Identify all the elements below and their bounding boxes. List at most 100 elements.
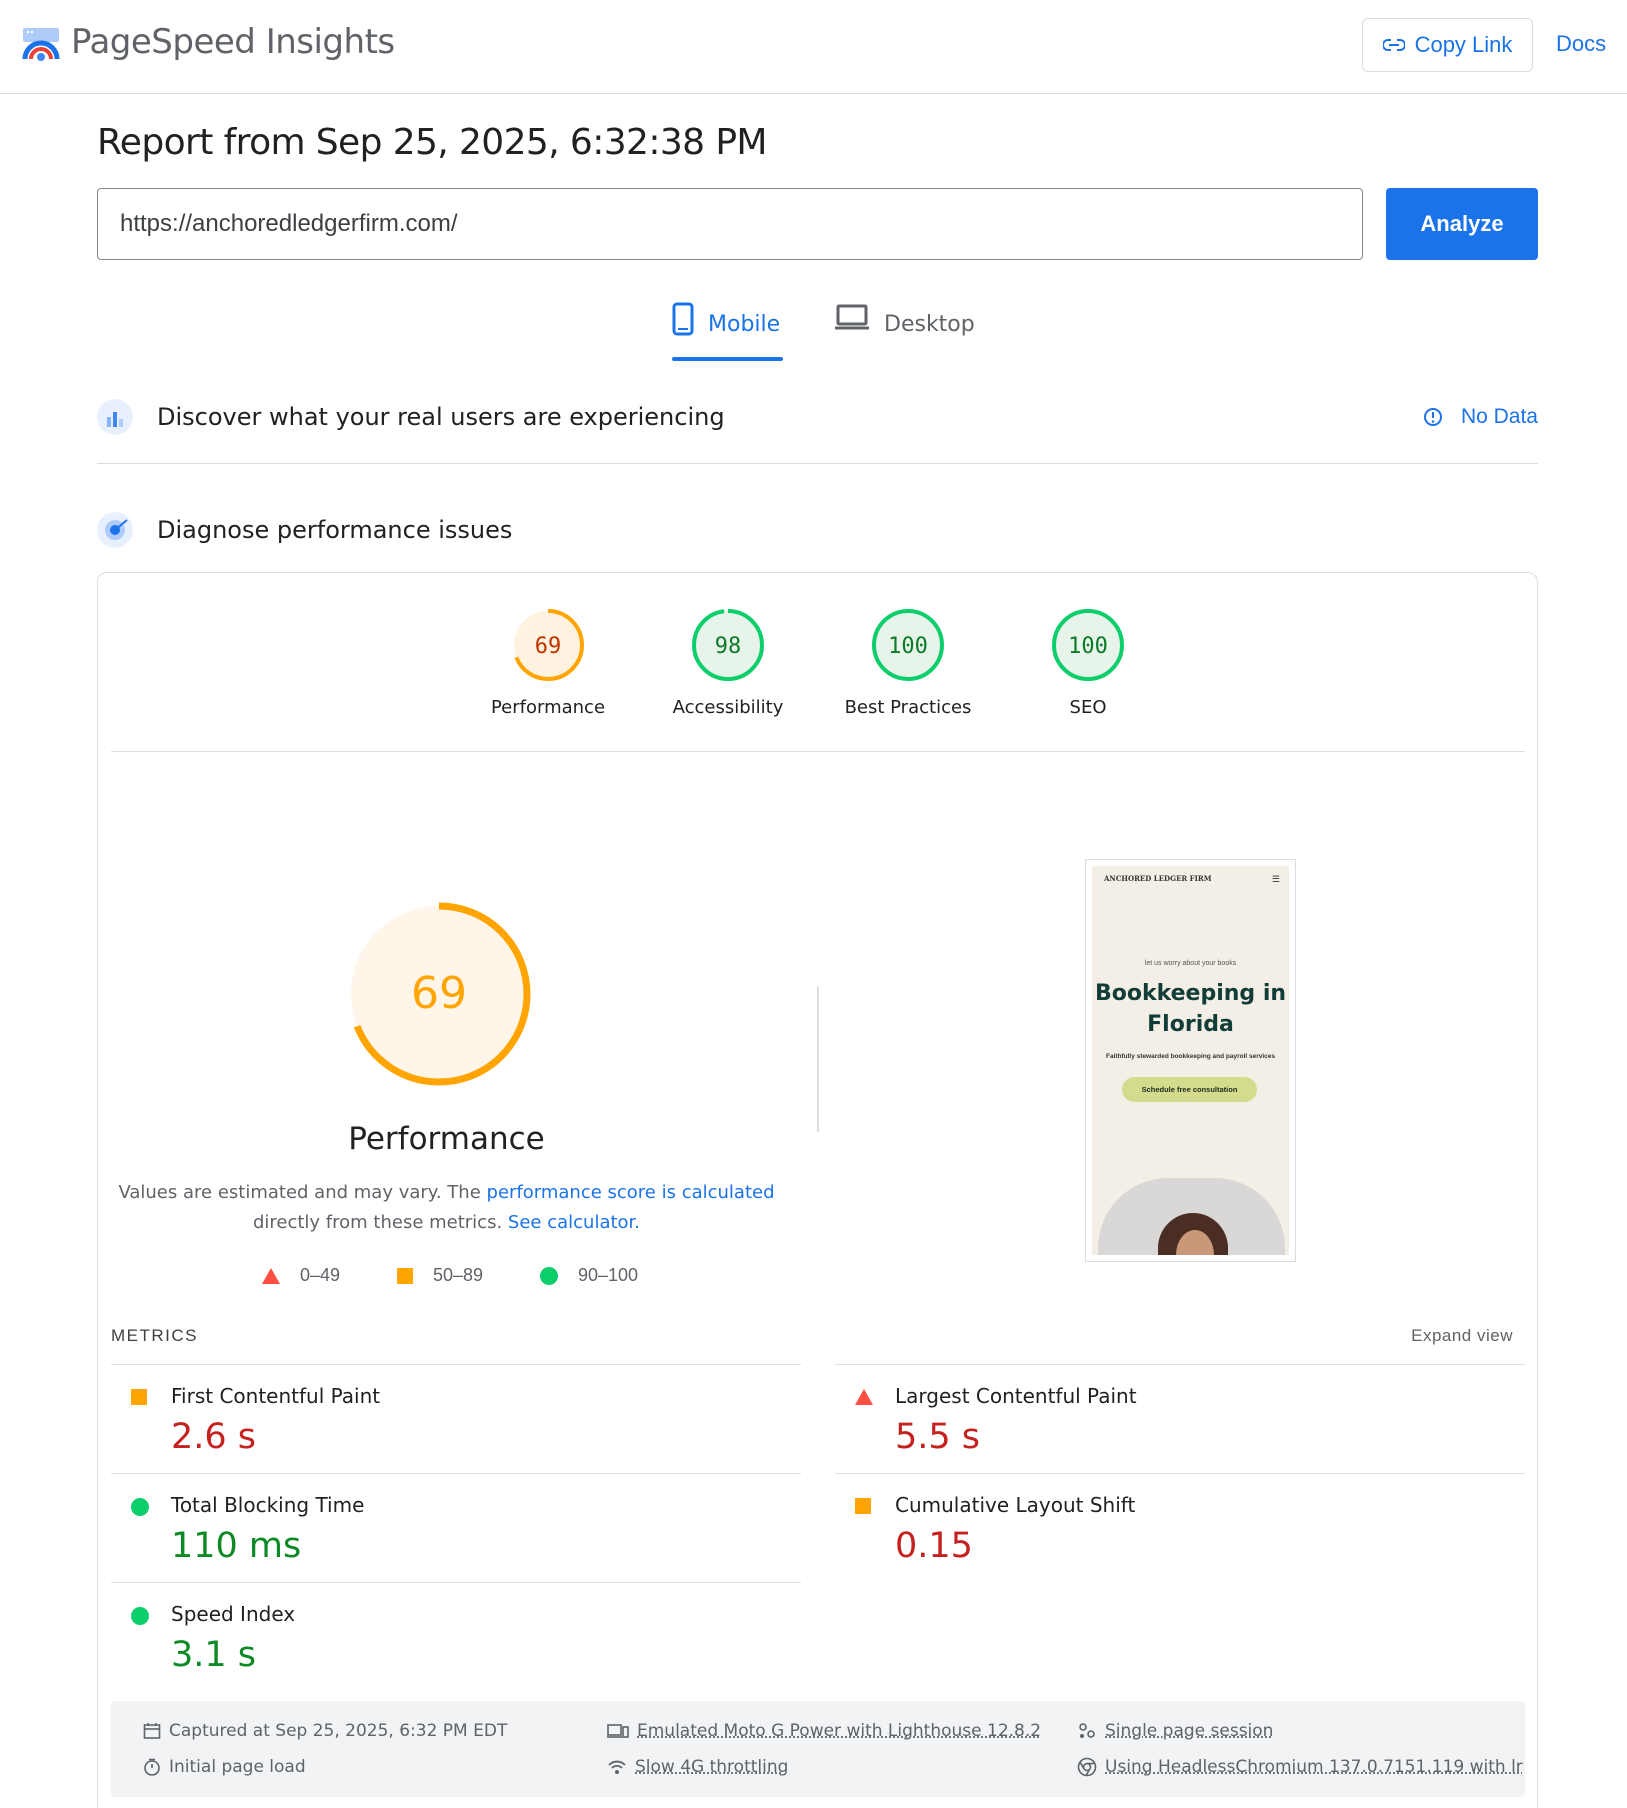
gauge-seo: 100 [1052, 609, 1124, 681]
laptop-icon [835, 304, 869, 330]
calendar-icon [143, 1723, 161, 1739]
category-label-accessibility: Accessibility [672, 697, 784, 718]
gauge-performance: 69 [512, 609, 584, 681]
top-app-bar: PageSpeed Insights Copy Link Docs [0, 0, 1627, 94]
copy-link-button[interactable]: Copy Link [1362, 18, 1533, 72]
gauge-performance-score: 69 [535, 634, 562, 659]
gauge-accessibility-score: 98 [715, 634, 742, 659]
browser-version-text: Using HeadlessChromium 137.0.7151.119 wi… [1105, 1757, 1523, 1777]
field-data-section: Discover what your real users are experi… [97, 396, 1538, 438]
triangle-fail-icon [855, 1389, 873, 1405]
metric-speed-index: Speed Index 3.1 s [111, 1582, 801, 1691]
legend-average-label: 50–89 [433, 1265, 484, 1285]
session-type[interactable]: Single page session [1077, 1721, 1273, 1741]
metric-tbt: Total Blocking Time 110 ms [111, 1473, 801, 1582]
smartphone-icon [672, 302, 694, 336]
tab-mobile[interactable]: Mobile [672, 302, 783, 362]
screenshot-photo [1098, 1178, 1285, 1255]
screenshot-tagline: let us worry about your books [1144, 960, 1237, 967]
captured-at-text: Captured at Sep 25, 2025, 6:32 PM EDT [169, 1721, 508, 1741]
gauge-seo-score: 100 [1068, 634, 1108, 659]
network-throttling-text: Slow 4G throttling [635, 1757, 789, 1777]
note-text: Values are estimated and may vary. The [118, 1182, 487, 1203]
category-gauge-best-practices[interactable]: 100 Best Practices [818, 607, 998, 718]
docs-link[interactable]: Docs [1556, 31, 1606, 57]
metric-value: 110 ms [171, 1526, 302, 1566]
initial-page-load: Initial page load [143, 1757, 306, 1777]
metric-name: Total Blocking Time [171, 1493, 365, 1517]
gauge-best-practices: 100 [872, 609, 944, 681]
category-gauge-performance[interactable]: 69 Performance [458, 607, 638, 718]
tab-desktop[interactable]: Desktop [834, 302, 975, 362]
network-throttling[interactable]: Slow 4G throttling [607, 1757, 788, 1777]
metric-value: 3.1 s [171, 1635, 257, 1675]
diagnose-icon [97, 512, 133, 548]
note-text-2: directly from these metrics. [252, 1212, 503, 1233]
legend-average: 50–89 [397, 1265, 483, 1286]
tab-mobile-label: Mobile [708, 312, 781, 337]
pagespeed-logo-icon [22, 28, 60, 61]
circle-pass-icon [131, 1498, 149, 1516]
lab-data-title: Diagnose performance issues [157, 516, 513, 544]
metrics-heading: METRICS [111, 1326, 198, 1345]
screenshot-brand: ANCHORED LEDGER FIRM [1104, 874, 1212, 883]
info-icon [1423, 408, 1442, 426]
session-type-text: Single page session [1105, 1721, 1274, 1741]
screenshot-subtitle: Faithfully stewarded bookkeeping and pay… [1105, 1053, 1276, 1060]
signal-icon [608, 1760, 626, 1774]
no-data-label: No Data [1460, 405, 1538, 428]
square-average-icon [131, 1389, 147, 1405]
square-average-icon [397, 1267, 413, 1284]
chrome-icon [1077, 1757, 1097, 1777]
legend-pass-label: 90–100 [578, 1265, 639, 1285]
browser-version[interactable]: Using HeadlessChromium 137.0.7151.119 wi… [1077, 1757, 1523, 1777]
app-title: PageSpeed Insights [71, 22, 395, 62]
screenshot-headline-1: Bookkeeping in [1094, 981, 1287, 1006]
gauge-best-practices-score: 100 [888, 634, 928, 659]
performance-gauge-large: 69 [347, 902, 531, 1086]
initial-page-load-text: Initial page load [169, 1757, 306, 1777]
session-icon [1079, 1723, 1095, 1738]
report-title: Report from Sep 25, 2025, 6:32:38 PM [97, 122, 767, 163]
score-note: Values are estimated and may vary. The p… [98, 1178, 795, 1238]
metric-name: Cumulative Layout Shift [895, 1493, 1136, 1517]
performance-label-large: Performance [348, 1121, 545, 1157]
timer-icon [144, 1758, 160, 1776]
legend-pass: 90–100 [540, 1265, 638, 1286]
url-input[interactable] [97, 188, 1363, 260]
emulated-device[interactable]: Emulated Moto G Power with Lighthouse 12… [607, 1721, 1041, 1741]
category-label-seo: SEO [1069, 697, 1107, 718]
circle-pass-icon [540, 1266, 558, 1285]
circle-pass-icon [131, 1607, 149, 1625]
tab-desktop-label: Desktop [884, 312, 975, 337]
analyze-button[interactable]: Analyze [1386, 188, 1538, 260]
captured-at: Captured at Sep 25, 2025, 6:32 PM EDT [143, 1721, 507, 1741]
lab-report-card: 69 Performance 98 Accessibility 100 Best… [97, 572, 1538, 1808]
triangle-fail-icon [262, 1267, 280, 1284]
link-icon [1382, 39, 1405, 51]
section-divider [97, 463, 1538, 464]
metric-value: 0.15 [895, 1526, 973, 1566]
metric-cls: Cumulative Layout Shift 0.15 [835, 1473, 1525, 1582]
no-data-link[interactable]: No Data [1423, 405, 1538, 429]
hamburger-icon: ☰ [1271, 874, 1280, 884]
expand-view-toggle[interactable]: Expand view [1411, 1326, 1513, 1346]
category-label-performance: Performance [490, 697, 606, 718]
category-gauge-seo[interactable]: 100 SEO [998, 607, 1178, 718]
active-tab-indicator [672, 357, 783, 361]
metric-name: First Contentful Paint [171, 1384, 381, 1408]
final-screenshot: ANCHORED LEDGER FIRM ☰ let us worry abou… [1085, 859, 1296, 1262]
screenshot-cta: Schedule free consultation [1122, 1077, 1257, 1102]
score-calc-link[interactable]: performance score is calculated [487, 1182, 775, 1203]
emulated-device-text: Emulated Moto G Power with Lighthouse 12… [637, 1721, 1042, 1741]
screenshot-headline: Bookkeeping in Florida [1092, 978, 1289, 1040]
category-label-best-practices: Best Practices [844, 697, 972, 718]
category-gauge-accessibility[interactable]: 98 Accessibility [638, 607, 818, 718]
gauge-accessibility: 98 [692, 609, 764, 681]
see-calculator-link[interactable]: See calculator. [508, 1212, 640, 1233]
screenshot-headline-2: Florida [1147, 1012, 1234, 1037]
metric-value: 2.6 s [171, 1417, 257, 1457]
square-average-icon [855, 1498, 871, 1514]
metric-name: Largest Contentful Paint [895, 1384, 1137, 1408]
card-divider [111, 751, 1525, 752]
